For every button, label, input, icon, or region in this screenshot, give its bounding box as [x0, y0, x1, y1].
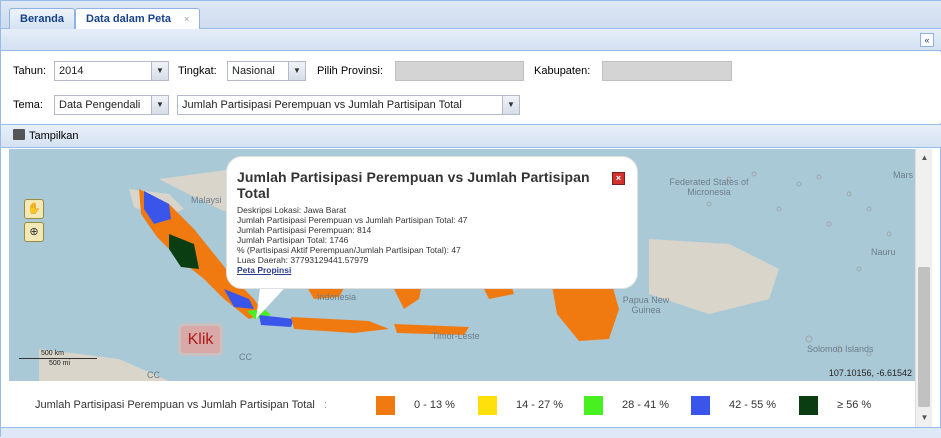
jawa-region[interactable] — [291, 317, 389, 333]
popup-title: Jumlah Partisipasi Perempuan vs Jumlah P… — [237, 169, 590, 201]
indikator-value: Jumlah Partisipasi Perempuan vs Jumlah P… — [182, 99, 462, 111]
legend-label: ≥ 56 % — [837, 399, 872, 411]
chevron-down-icon[interactable]: ▼ — [151, 62, 168, 80]
legend-swatch — [584, 396, 603, 415]
tab-data-dalam-peta[interactable]: Data dalam Peta × — [75, 8, 201, 30]
legend-swatch — [478, 396, 497, 415]
provinsi-select[interactable] — [395, 61, 524, 81]
close-icon[interactable]: × — [184, 14, 189, 24]
klik-callout: Klik — [178, 323, 223, 356]
popup-line: % (Partisipasi Aktif Perempuan/Jumlah Pa… — [237, 245, 461, 255]
scale-line — [19, 358, 97, 359]
close-icon[interactable]: × — [612, 172, 625, 185]
popup-line: Jumlah Partisipasi Perempuan vs Jumlah P… — [237, 215, 468, 225]
tingkat-label: Tingkat: — [178, 65, 217, 77]
collapse-icon[interactable]: « — [920, 33, 934, 47]
map-label-solomon: Solomon Islands — [807, 344, 874, 354]
scrollbar-thumb[interactable] — [918, 267, 930, 407]
legend-swatch — [691, 396, 710, 415]
legend-label: 28 - 41 % — [622, 399, 670, 411]
kabupaten-select[interactable] — [602, 61, 732, 81]
legend-swatch — [376, 396, 395, 415]
tingkat-value: Nasional — [232, 65, 275, 77]
legend-separator: : — [323, 399, 327, 411]
map-label-timor: Timor-Leste — [432, 331, 480, 341]
display-icon — [13, 129, 25, 140]
hand-icon[interactable]: ✋ — [24, 199, 44, 219]
coordinates-readout: 107.10156, -6.61542 — [828, 368, 912, 378]
chevron-down-icon[interactable]: ▼ — [502, 96, 519, 114]
popup-line: Jumlah Partisipan Total: 1746 — [237, 235, 349, 245]
scale-bar: 500 km 500 mi — [19, 349, 99, 369]
bottom-bar — [1, 427, 941, 438]
tema-select[interactable]: Data Pengendali ▼ — [54, 95, 169, 115]
map-label-malaysia: Malaysi — [191, 195, 222, 205]
filter-form: Tahun: 2014 ▼ Tingkat: Nasional ▼ Pilih … — [1, 52, 941, 123]
provinsi-label: Pilih Provinsi: — [317, 65, 384, 77]
scroll-down-icon[interactable]: ▼ — [916, 413, 933, 422]
kabupaten-label: Kabupaten: — [534, 65, 591, 77]
legend-swatch — [799, 396, 818, 415]
scale-mi-label: 500 mi — [49, 360, 71, 367]
legend-label: 42 - 55 % — [729, 399, 777, 411]
tingkat-select[interactable]: Nasional ▼ — [227, 61, 306, 81]
legend-title-text: Jumlah Partisipasi Perempuan vs Jumlah P… — [35, 399, 315, 411]
info-popup: Jumlah Partisipasi Perempuan vs Jumlah P… — [226, 156, 638, 289]
scale-km-label: 500 km — [41, 350, 64, 357]
toolbar: Tampilkan — [1, 124, 941, 148]
zoom-box-icon[interactable]: ⊕ — [24, 222, 44, 242]
map-label-cc-2: CC — [239, 352, 252, 362]
legend-label: 0 - 13 % — [414, 399, 455, 411]
legend-label: 14 - 27 % — [516, 399, 564, 411]
tahun-label: Tahun: — [13, 65, 47, 77]
chevron-down-icon[interactable]: ▼ — [288, 62, 305, 80]
tab-bar: Beranda Data dalam Peta × — [1, 1, 941, 30]
popup-line: Luas Daerah: 37793129441.57979 — [237, 255, 369, 265]
tema-label: Tema: — [13, 99, 43, 111]
map-label-nauru: Nauru — [871, 247, 896, 257]
peta-propinsi-link[interactable]: Peta Propinsi — [237, 265, 625, 276]
map-label-micronesia: Federated States of Micronesia — [669, 177, 749, 197]
map-legend: Jumlah Partisipasi Perempuan vs Jumlah P… — [1, 382, 915, 427]
app-window: Beranda Data dalam Peta × « Tahun: 2014 … — [0, 0, 941, 438]
map-label-cc: CC — [147, 370, 160, 380]
popup-line: Deskripsi Lokasi: Jawa Barat — [237, 205, 347, 215]
tab-beranda[interactable]: Beranda — [9, 8, 76, 29]
popup-line: Jumlah Partisipasi Perempuan: 814 — [237, 225, 372, 235]
tahun-value: 2014 — [59, 65, 84, 77]
tahun-select[interactable]: 2014 ▼ — [54, 61, 169, 81]
tab-label: Beranda — [20, 13, 65, 25]
tema-value: Data Pengendali — [59, 99, 141, 111]
tampilkan-label: Tampilkan — [29, 130, 79, 142]
map-label-indonesia: Indonesia — [317, 292, 357, 302]
chevron-down-icon[interactable]: ▼ — [151, 96, 168, 114]
legend-title: Jumlah Partisipasi Perempuan vs Jumlah P… — [35, 399, 327, 411]
map-label-marshall: Mars — [893, 170, 913, 180]
indikator-select[interactable]: Jumlah Partisipasi Perempuan vs Jumlah P… — [177, 95, 520, 115]
scroll-up-icon[interactable]: ▲ — [916, 153, 933, 162]
tampilkan-button[interactable]: Tampilkan — [13, 129, 79, 142]
tab-label: Data dalam Peta — [86, 13, 171, 25]
panel-header: « — [1, 29, 941, 51]
vertical-scrollbar[interactable]: ▲ ▼ — [915, 149, 932, 427]
map-label-png: Papua New Guinea — [622, 295, 670, 315]
